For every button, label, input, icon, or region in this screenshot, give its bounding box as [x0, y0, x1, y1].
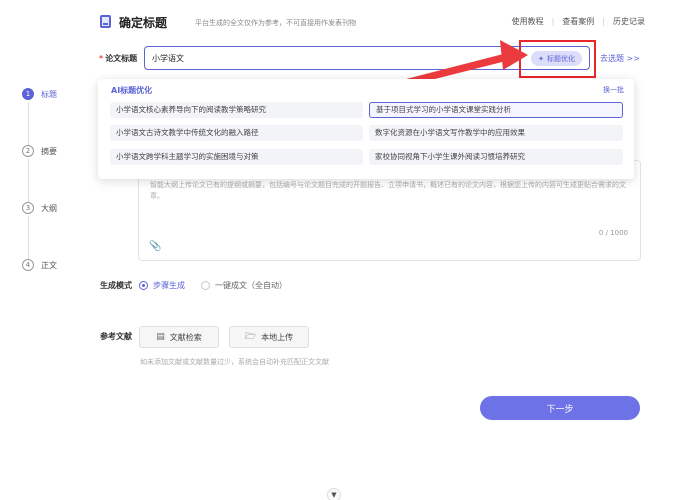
suggestion-item[interactable]: 基于项目式学习的小学语文课堂实践分析 [369, 102, 623, 118]
radio-dot [139, 280, 148, 290]
document-search-icon: ▤ [156, 332, 165, 342]
next-step-button[interactable]: 下一步 [480, 396, 640, 420]
suggestion-item[interactable]: 小学语文跨学科主题学习的实施困境与对策 [110, 149, 363, 165]
radio-label: 步骤生成 [153, 280, 185, 290]
button-label: 本地上传 [261, 332, 294, 342]
mode-step-radio[interactable]: 步骤生成 [139, 279, 185, 291]
mode-auto-radio[interactable]: 一键成文（全自动） [201, 279, 287, 291]
button-label: 文献检索 [169, 332, 202, 342]
annotation-arrow [356, 40, 528, 98]
local-upload-button[interactable]: 🗁 本地上传 [229, 326, 309, 348]
suggestion-item[interactable]: 家校协同视角下小学生课外阅读习惯培养研究 [369, 149, 623, 165]
mode-label: 生成模式 [100, 281, 132, 290]
reference-label: 参考文献 [100, 332, 132, 341]
reference-note: 如未添加文献或文献数量过少，系统会自动补充匹配正文文献 [140, 358, 329, 366]
folder-upload-icon: 🗁 [244, 332, 257, 342]
suggestion-item[interactable]: 小学语文古诗文教学中传统文化的融入路径 [110, 125, 363, 141]
radio-label: 一键成文（全自动） [215, 280, 287, 290]
suggestion-item[interactable]: 小学语文核心素养导向下的阅读教学策略研究 [110, 102, 363, 118]
literature-search-button[interactable]: ▤ 文献检索 [139, 326, 219, 348]
ai-panel-title: AI标题优化 [111, 86, 153, 95]
ai-title-panel: AI标题优化 换一批 小学语文核心素养导向下的阅读教学策略研究 基于项目式学习的… [98, 79, 634, 179]
suggestion-item[interactable]: 数字化资源在小学语文写作教学中的应用效果 [369, 125, 623, 141]
refresh-batch-button[interactable]: 换一批 [603, 85, 624, 95]
chevron-down-icon[interactable]: ▼ [327, 488, 341, 500]
radio-dot [201, 280, 210, 290]
